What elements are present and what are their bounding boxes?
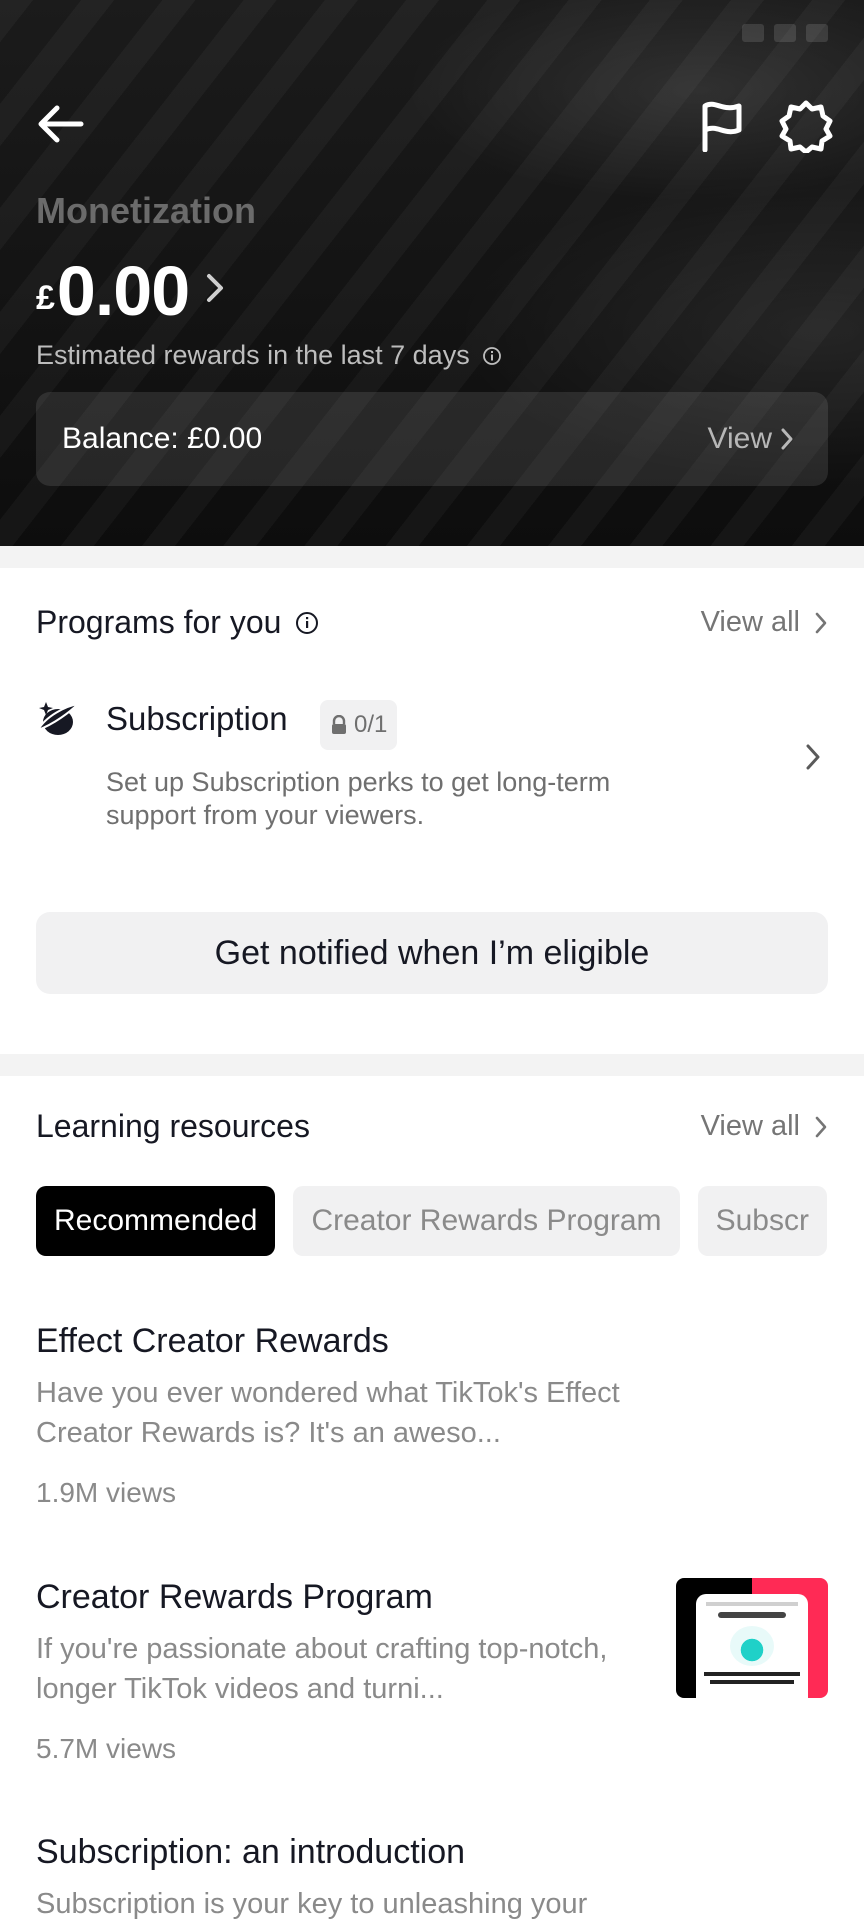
balance-label: Balance: £0.00 <box>62 422 263 455</box>
estimated-rewards-label: Estimated rewards in the last 7 days <box>36 340 470 370</box>
info-icon[interactable] <box>482 346 502 366</box>
article-creator-rewards-program[interactable]: Creator Rewards Program If you're passio… <box>36 1578 828 1765</box>
estimated-rewards-caption: Estimated rewards in the last 7 days <box>36 340 502 371</box>
status-icons <box>742 24 828 42</box>
program-item-subscription[interactable]: Subscription 0/1 Set up Subscription per… <box>36 696 828 846</box>
page-title: Monetization <box>36 190 256 231</box>
chevron-right-icon <box>806 744 820 770</box>
flag-icon <box>702 101 742 152</box>
thumbnail-phone-graphic <box>696 1594 808 1698</box>
balance-view-label: View <box>707 422 772 455</box>
currency-symbol: £ <box>36 279 55 317</box>
programs-header: Programs for you View all <box>36 604 828 641</box>
monetization-header: Monetization £ 0.00 Estimated rewards in… <box>0 0 864 546</box>
section-divider <box>0 546 864 568</box>
programs-title-wrap: Programs for you <box>36 604 319 641</box>
back-button[interactable] <box>30 98 90 150</box>
lock-badge: 0/1 <box>320 700 398 750</box>
wifi-icon <box>774 24 796 42</box>
status-bar <box>36 18 828 48</box>
signal-icon <box>742 24 764 42</box>
article-description: Have you ever wondered what TikTok's Eff… <box>36 1377 620 1449</box>
lock-icon <box>332 715 346 734</box>
settings-button[interactable] <box>774 94 838 158</box>
article-title: Effect Creator Rewards <box>36 1322 389 1360</box>
balance-card[interactable]: Balance: £0.00 View <box>36 392 828 486</box>
article-description: Subscription is your key to unleashing y… <box>36 1888 588 1920</box>
rewards-amount: 0.00 <box>56 252 190 330</box>
article-thumbnail <box>676 1578 828 1698</box>
get-notified-button[interactable]: Get notified when I’m eligible <box>36 912 828 994</box>
article-subscription-introduction[interactable]: Subscription: an introduction Subscripti… <box>36 1833 828 1920</box>
chevron-right-icon <box>815 1116 827 1137</box>
chip-recommended[interactable]: Recommended <box>36 1186 276 1256</box>
back-arrow-icon <box>38 105 84 143</box>
chip-creator-rewards-program[interactable]: Creator Rewards Program <box>293 1186 680 1256</box>
section-divider <box>0 1054 864 1076</box>
settings-gear-icon <box>779 100 833 153</box>
chevron-right-icon <box>207 274 224 302</box>
article-views: 5.7M views <box>36 1733 177 1764</box>
view-all-label: View all <box>700 606 800 638</box>
program-name: Subscription <box>106 700 288 737</box>
chevron-right-icon <box>815 612 827 633</box>
learning-title: Learning resources <box>36 1108 310 1144</box>
lock-badge-count: 0/1 <box>354 711 388 738</box>
article-effect-creator-rewards[interactable]: Effect Creator Rewards Have you ever won… <box>36 1322 828 1509</box>
programs-view-all-link[interactable]: View all <box>701 606 828 639</box>
report-button[interactable] <box>690 96 754 156</box>
chevron-right-icon <box>781 428 793 450</box>
article-views: 1.9M views <box>36 1477 177 1508</box>
learning-filter-chips: Recommended Creator Rewards Program Subs… <box>36 1186 827 1256</box>
subscription-planet-icon <box>36 702 80 735</box>
balance-view-link[interactable]: View <box>708 422 794 456</box>
article-description: If you're passionate about crafting top-… <box>36 1633 608 1705</box>
program-description: Set up Subscription perks to get long-te… <box>106 767 611 830</box>
info-icon[interactable] <box>295 611 319 635</box>
view-all-label: View all <box>700 1110 800 1142</box>
programs-title: Programs for you <box>36 604 282 640</box>
battery-icon <box>806 24 828 42</box>
learning-view-all-link[interactable]: View all <box>701 1110 828 1143</box>
estimated-rewards-amount[interactable]: £ 0.00 <box>36 256 225 326</box>
learning-header: Learning resources View all <box>36 1108 828 1145</box>
chip-subscription[interactable]: Subscr <box>697 1186 827 1256</box>
article-title: Subscription: an introduction <box>36 1833 466 1871</box>
